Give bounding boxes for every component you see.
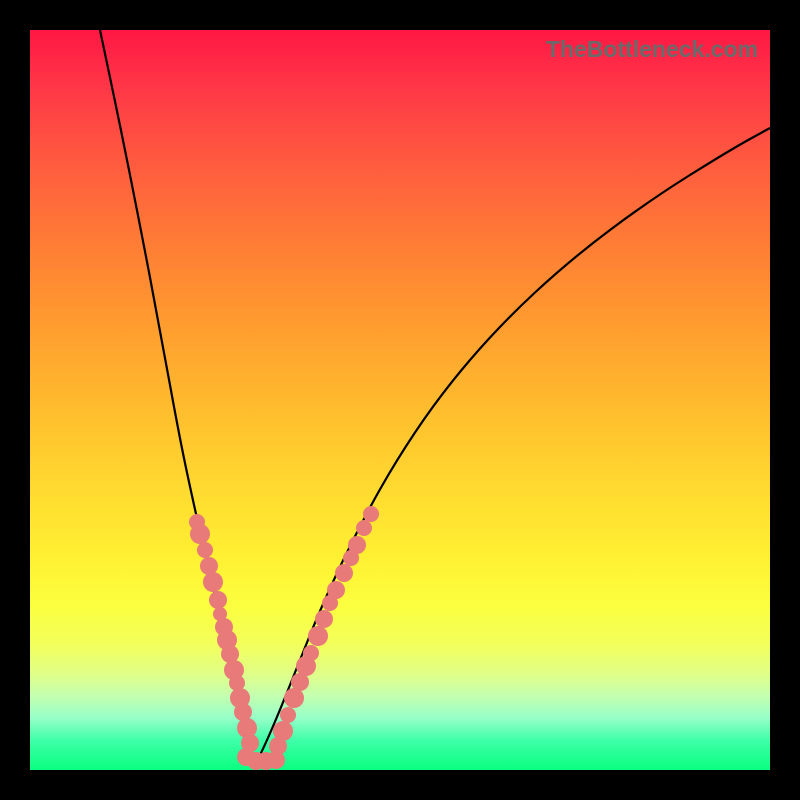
knot-right <box>303 645 319 661</box>
knot-right <box>356 520 372 536</box>
knot-right <box>327 581 345 599</box>
knot-left <box>197 542 213 558</box>
knot-right <box>363 506 379 522</box>
knot-left <box>190 524 210 544</box>
knot-right <box>284 688 304 708</box>
plot-area: TheBottleneck.com <box>30 30 770 770</box>
knot-left <box>203 572 223 592</box>
knot-right <box>348 536 366 554</box>
knot-right <box>315 610 333 628</box>
knot-right <box>273 721 293 741</box>
knot-right <box>335 564 353 582</box>
curve-svg <box>30 30 770 770</box>
right-branch-path <box>255 128 770 765</box>
knot-right <box>280 707 296 723</box>
chart-frame: TheBottleneck.com <box>0 0 800 800</box>
knot-right <box>308 626 328 646</box>
